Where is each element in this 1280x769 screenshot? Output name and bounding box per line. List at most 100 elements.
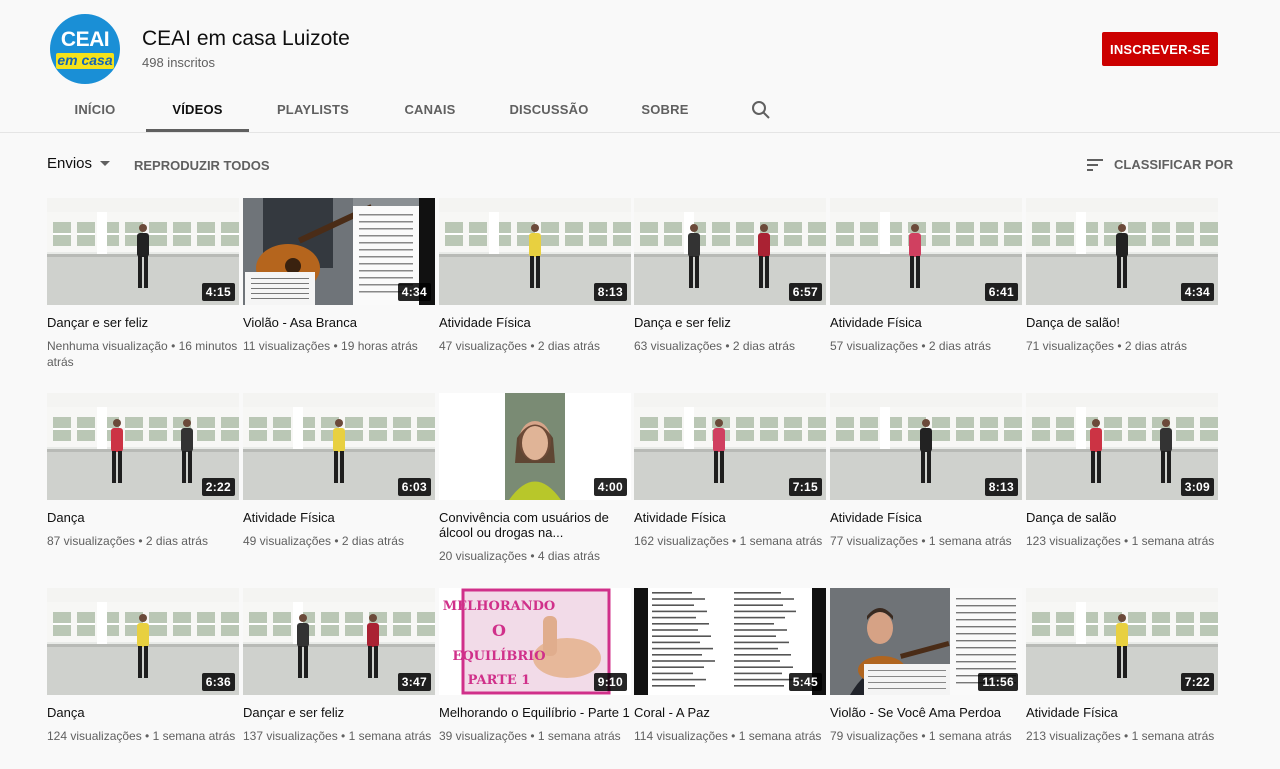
video-card[interactable]: 2:22 Dança 87 visualizações • 2 dias atrás [47,393,239,549]
video-card[interactable]: 3:09 Dança de salão 123 visualizações • 1 … [1026,393,1218,549]
video-duration: 4:34 [397,283,431,301]
video-title[interactable]: Atividade Física [634,510,826,525]
video-title[interactable]: Dança e ser feliz [634,315,826,330]
video-title[interactable]: Dançar e ser feliz [47,315,239,330]
channel-header: CEAI em casa CEAI em casa Luizote 498 in… [0,0,1280,133]
video-title[interactable]: Melhorando o Equilíbrio - Parte 1 [439,705,631,720]
tab-sobre[interactable]: SOBRE [628,88,702,132]
video-duration: 3:47 [397,673,431,691]
video-thumbnail[interactable]: 6:36 [47,588,239,695]
video-duration: 4:34 [1180,283,1214,301]
video-title[interactable]: Dança de salão [1026,510,1218,525]
video-thumbnail[interactable]: 4:00 [439,393,631,500]
video-duration: 4:15 [201,283,235,301]
video-metadata: 137 visualizações • 1 semana atrás [243,729,432,743]
video-title[interactable]: Atividade Física [243,510,435,525]
video-thumbnail[interactable]: 7:22 [1026,588,1218,695]
video-duration: 8:13 [984,478,1018,496]
tab-inicio[interactable]: INÍCIO [50,88,140,132]
video-title[interactable]: Atividade Física [830,510,1022,525]
video-card[interactable]: 4:34 Dança de salão! 71 visualizações • 2 … [1026,198,1218,354]
logo-text-top: CEAI [60,28,110,51]
video-card[interactable]: 4:00 Convivência com usuários de álcool o… [439,393,631,564]
video-card[interactable]: 6:36 Dança 124 visualizações • 1 semana at… [47,588,239,744]
subscribe-button[interactable]: INSCREVER-SE [1102,32,1218,66]
video-title[interactable]: Dança de salão! [1026,315,1218,330]
tab-playlists[interactable]: PLAYLISTS [262,88,364,132]
video-title[interactable]: Coral - A Paz [634,705,826,720]
video-metadata: 71 visualizações • 2 dias atrás [1026,339,1187,353]
video-title[interactable]: Atividade Física [830,315,1022,330]
video-card[interactable]: 7:15 Atividade Física 162 visualizações • … [634,393,826,549]
video-thumbnail[interactable]: 8:13 [830,393,1022,500]
video-metadata: 77 visualizações • 1 semana atrás [830,534,1012,548]
video-thumbnail[interactable]: 4:15 [47,198,239,305]
video-duration: 7:22 [1180,673,1214,691]
sort-by-label: CLASSIFICAR POR [1114,157,1234,172]
video-thumbnail[interactable]: 4:34 [1026,198,1218,305]
tab-canais[interactable]: CANAIS [386,88,474,132]
video-card[interactable]: MELHORANDO O EQUILÍBRIO PARTE 1 9:10 Melhoran… [439,588,631,744]
video-metadata: 63 visualizações • 2 dias atrás [634,339,795,353]
video-duration: 6:36 [201,673,235,691]
video-card[interactable]: 3:47 Dançar e ser feliz 137 visualizações … [243,588,435,744]
play-all-button[interactable]: REPRODUZIR TODOS [134,158,270,173]
video-thumbnail[interactable]: 5:45 [634,588,826,695]
video-title[interactable]: Dança [47,510,239,525]
video-thumbnail[interactable]: 7:15 [634,393,826,500]
video-card[interactable]: 6:41 Atividade Física 57 visualizações • 2… [830,198,1022,354]
video-metadata: 11 visualizações • 19 horas atrás [243,339,418,353]
video-title[interactable]: Atividade Física [1026,705,1218,720]
video-metadata: 39 visualizações • 1 semana atrás [439,729,621,743]
subscriber-count: 498 inscritos [142,55,215,70]
video-duration: 11:56 [978,673,1018,691]
video-thumbnail[interactable]: 6:41 [830,198,1022,305]
video-card[interactable]: 11:56 Violão - Se Você Ama Perdoa 79 visua… [830,588,1022,744]
video-card[interactable]: 8:13 Atividade Física 77 visualizações • 1… [830,393,1022,549]
video-title[interactable]: Dança [47,705,239,720]
video-card[interactable]: 5:45 Coral - A Paz 114 visualizações • 1 s… [634,588,826,744]
video-thumbnail[interactable]: 3:09 [1026,393,1218,500]
video-metadata: Nenhuma visualização • 16 minutos atrás [47,339,238,369]
video-metadata: 57 visualizações • 2 dias atrás [830,339,991,353]
video-metadata: 79 visualizações • 1 semana atrás [830,729,1012,743]
video-card[interactable]: 4:34 Violão - Asa Branca 11 visualizações … [243,198,435,354]
video-metadata: 213 visualizações • 1 semana atrás [1026,729,1215,743]
thumb-title-line: O [492,621,506,640]
video-thumbnail[interactable]: 3:47 [243,588,435,695]
search-icon[interactable] [746,88,776,132]
video-duration: 4:00 [593,478,627,496]
video-duration: 5:45 [788,673,822,691]
video-thumbnail[interactable]: 6:57 [634,198,826,305]
channel-avatar[interactable]: CEAI em casa [50,14,120,84]
video-card[interactable]: 8:13 Atividade Física 47 visualizações • 2… [439,198,631,354]
video-card[interactable]: 6:03 Atividade Física 49 visualizações • 2… [243,393,435,549]
tab-discussao[interactable]: DISCUSSÃO [498,88,600,132]
video-duration: 2:22 [201,478,235,496]
caret-down-icon [100,161,111,167]
video-thumbnail[interactable]: 8:13 [439,198,631,305]
video-thumbnail[interactable]: MELHORANDO O EQUILÍBRIO PARTE 1 9:10 [439,588,631,695]
video-duration: 8:13 [593,283,627,301]
video-title[interactable]: Convivência com usuários de álcool ou dr… [439,510,631,540]
video-thumbnail[interactable]: 4:34 [243,198,435,305]
video-card[interactable]: 6:57 Dança e ser feliz 63 visualizações • … [634,198,826,354]
video-title[interactable]: Atividade Física [439,315,631,330]
thumb-title-line: MELHORANDO [443,599,555,614]
thumb-title-line: EQUILÍBRIO [452,648,545,664]
video-metadata: 87 visualizações • 2 dias atrás [47,534,208,548]
video-duration: 6:57 [788,283,822,301]
video-thumbnail[interactable]: 11:56 [830,588,1022,695]
video-card[interactable]: 7:22 Atividade Física 213 visualizações • … [1026,588,1218,744]
video-duration: 6:41 [984,283,1018,301]
video-title[interactable]: Violão - Se Você Ama Perdoa [830,705,1022,720]
video-title[interactable]: Dançar e ser feliz [243,705,435,720]
video-title[interactable]: Violão - Asa Branca [243,315,435,330]
channel-title: CEAI em casa Luizote [142,27,350,50]
uploads-dropdown[interactable]: Envios [47,155,111,175]
video-card[interactable]: 4:15 Dançar e ser feliz Nenhuma visualizaç… [47,198,239,370]
tab-videos[interactable]: VÍDEOS [146,88,249,132]
video-thumbnail[interactable]: 6:03 [243,393,435,500]
video-metadata: 123 visualizações • 1 semana atrás [1026,534,1215,548]
video-thumbnail[interactable]: 2:22 [47,393,239,500]
